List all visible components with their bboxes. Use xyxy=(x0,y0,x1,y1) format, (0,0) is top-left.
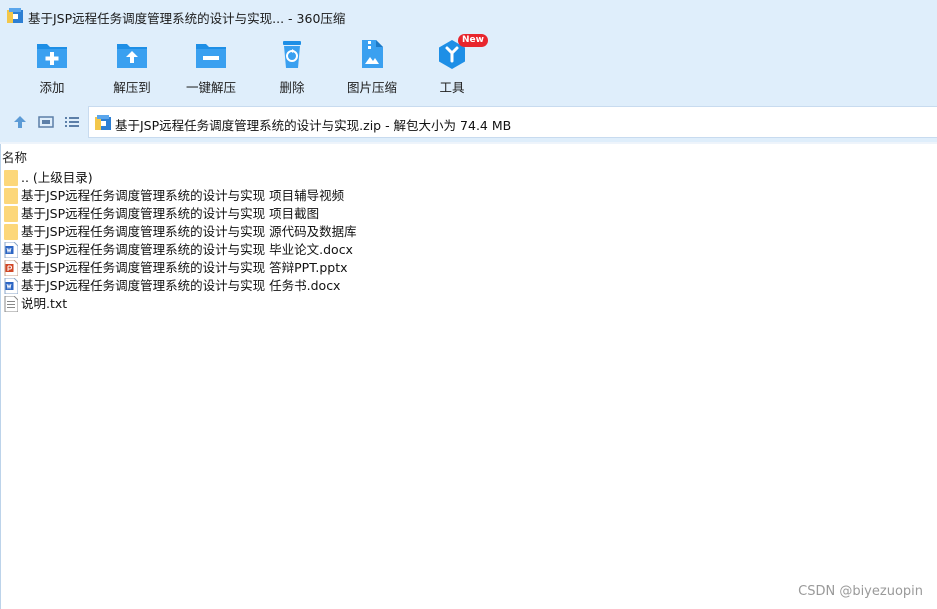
extract-to-button[interactable]: 解压到 xyxy=(94,38,170,98)
list-item[interactable]: 基于JSP远程任务调度管理系统的设计与实现 毕业论文.docx xyxy=(0,241,500,259)
tools-button[interactable]: New 工具 xyxy=(414,34,490,98)
word-document-icon xyxy=(4,278,18,294)
list-item-name: 基于JSP远程任务调度管理系统的设计与实现 源代码及数据库 xyxy=(21,224,357,239)
watermark: CSDN @biyezuopin xyxy=(798,584,923,599)
delete-button[interactable]: 删除 xyxy=(254,38,330,98)
window-title: 基于JSP远程任务调度管理系统的设计与实现... - 360压缩 xyxy=(28,11,346,26)
navigation-bar: 基于JSP远程任务调度管理系统的设计与实现.zip - 解包大小为 74.4 M… xyxy=(0,102,937,142)
text-file-icon xyxy=(4,296,18,312)
folder-icon xyxy=(4,188,18,204)
list-item-name: 基于JSP远程任务调度管理系统的设计与实现 项目辅导视频 xyxy=(21,188,345,203)
folder-icon xyxy=(4,224,18,240)
list-item[interactable]: 基于JSP远程任务调度管理系统的设计与实现 任务书.docx xyxy=(0,277,500,295)
zip-archive-icon xyxy=(7,8,23,23)
list-item-name: 说明.txt xyxy=(21,296,68,311)
zip-archive-icon xyxy=(95,115,111,130)
new-badge: New xyxy=(458,34,488,47)
folder-icon xyxy=(4,206,18,222)
list-item[interactable]: 基于JSP远程任务调度管理系统的设计与实现 源代码及数据库 xyxy=(0,223,500,241)
list-item-name: 基于JSP远程任务调度管理系统的设计与实现 答辩PPT.pptx xyxy=(21,260,348,275)
image-compress-button[interactable]: 图片压缩 xyxy=(334,38,410,98)
folder-extract-icon xyxy=(117,44,147,68)
list-item[interactable]: 基于JSP远程任务调度管理系统的设计与实现 答辩PPT.pptx xyxy=(0,259,500,277)
up-arrow-icon[interactable] xyxy=(12,114,28,130)
image-compress-label: 图片压缩 xyxy=(346,80,397,95)
add-button[interactable]: 添加 xyxy=(14,38,90,98)
address-path: 基于JSP远程任务调度管理系统的设计与实现.zip - 解包大小为 74.4 M… xyxy=(115,118,512,133)
list-view-icon[interactable] xyxy=(64,114,80,130)
list-item-name: 基于JSP远程任务调度管理系统的设计与实现 毕业论文.docx xyxy=(21,242,353,257)
one-click-extract-label: 一键解压 xyxy=(185,80,236,95)
delete-label: 删除 xyxy=(279,80,305,95)
separator xyxy=(0,142,937,144)
main-toolbar: 添加 解压到 一键解压 删除 图片压缩 New 工具 xyxy=(0,32,937,102)
one-click-extract-button[interactable]: 一键解压 xyxy=(173,38,249,98)
add-label: 添加 xyxy=(39,80,65,95)
address-bar[interactable]: 基于JSP远程任务调度管理系统的设计与实现.zip - 解包大小为 74.4 M… xyxy=(88,106,937,138)
thumbnail-view-icon[interactable] xyxy=(38,114,54,130)
extract-to-label: 解压到 xyxy=(113,80,151,95)
file-list: .. (上级目录) 基于JSP远程任务调度管理系统的设计与实现 项目辅导视频 基… xyxy=(0,169,500,313)
folder-icon xyxy=(4,170,18,186)
image-compress-icon xyxy=(362,40,383,68)
tools-label: 工具 xyxy=(439,80,465,95)
list-item[interactable]: 基于JSP远程任务调度管理系统的设计与实现 项目辅导视频 xyxy=(0,187,500,205)
list-item-name: .. (上级目录) xyxy=(21,170,93,185)
recycle-bin-icon xyxy=(283,41,301,68)
list-item[interactable]: .. (上级目录) xyxy=(0,169,500,187)
list-item-name: 基于JSP远程任务调度管理系统的设计与实现 任务书.docx xyxy=(21,278,341,293)
folder-plus-icon xyxy=(37,44,67,68)
powerpoint-document-icon xyxy=(4,260,18,276)
list-item[interactable]: 说明.txt xyxy=(0,295,500,313)
list-item-name: 基于JSP远程任务调度管理系统的设计与实现 项目截图 xyxy=(21,206,320,221)
list-item[interactable]: 基于JSP远程任务调度管理系统的设计与实现 项目截图 xyxy=(0,205,500,223)
title-bar: 基于JSP远程任务调度管理系统的设计与实现... - 360压缩 xyxy=(0,0,937,32)
column-header-name[interactable]: 名称 xyxy=(2,147,27,166)
word-document-icon xyxy=(4,242,18,258)
folder-minus-icon xyxy=(196,44,226,68)
